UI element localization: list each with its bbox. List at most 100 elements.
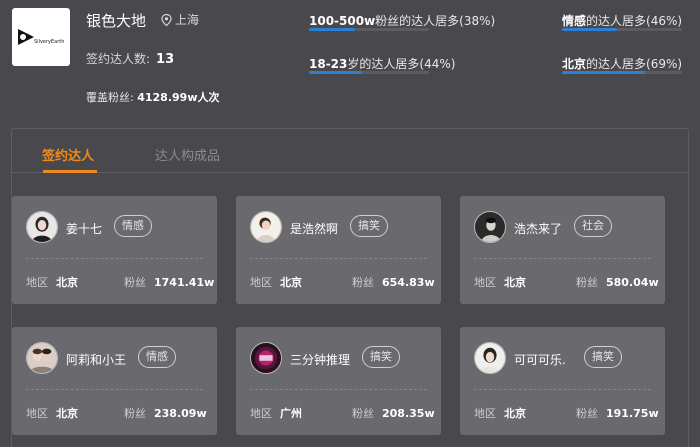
signed-count-stat: 签约达人数: 13	[86, 50, 174, 67]
highlight-progress-bar	[562, 71, 645, 74]
region-info: 地区 北京	[26, 274, 78, 290]
fans-info: 粉丝 191.75w	[576, 405, 659, 421]
highlight-progress-bar	[309, 28, 355, 31]
highlight-strong: 情感	[562, 14, 587, 28]
avatar	[474, 342, 506, 374]
category-badge: 搞笑	[350, 215, 388, 237]
logo-mark-icon	[18, 29, 34, 45]
highlight-fans-range: 100-500w粉丝的达人居多(38%)	[309, 12, 496, 31]
fans-label: 粉丝	[124, 276, 146, 289]
region-label: 地区	[26, 276, 48, 289]
highlight-text: 岁的达人居多(44%)	[347, 57, 456, 71]
fans-info: 粉丝 208.35w	[352, 405, 435, 421]
agency-name: 银色大地	[86, 12, 147, 30]
fans-label: 粉丝	[124, 407, 146, 420]
kol-card[interactable]: 可可可乐. 搞笑 地区 北京 粉丝 191.75w	[460, 327, 665, 435]
kol-name: 浩杰来了	[514, 222, 563, 236]
region-label: 地区	[474, 276, 496, 289]
fans-label: 粉丝	[352, 276, 374, 289]
region-value: 北京	[504, 407, 526, 420]
kol-name: 三分钟推理	[290, 353, 351, 367]
fans-coverage-value: 4128.99w人次	[137, 91, 220, 104]
card-divider	[26, 258, 203, 259]
kol-card[interactable]: 浩杰来了 社会 地区 北京 粉丝 580.04w	[460, 196, 665, 304]
fans-value: 1741.41w	[154, 276, 215, 289]
location-text: 上海	[175, 13, 200, 27]
highlight-strong: 北京	[562, 57, 587, 71]
highlight-region: 北京的达人居多(69%)	[562, 55, 683, 74]
card-divider	[250, 389, 427, 390]
agency-logo: SilveryEarth	[12, 8, 70, 66]
fans-label: 粉丝	[576, 276, 598, 289]
highlight-strong: 18-23	[309, 57, 348, 71]
region-value: 北京	[504, 276, 526, 289]
region-value: 北京	[56, 276, 78, 289]
region-info: 地区 北京	[250, 274, 302, 290]
panel-tabs: 签约达人 达人构成品	[12, 129, 688, 173]
region-info: 地区 北京	[26, 405, 78, 421]
avatar	[250, 211, 282, 243]
fans-value: 208.35w	[382, 407, 435, 420]
avatar	[250, 342, 282, 374]
highlight-text: 的达人居多(69%)	[586, 57, 683, 71]
region-value: 广州	[280, 407, 302, 420]
fans-info: 粉丝 580.04w	[576, 274, 659, 290]
highlight-progress-bar	[309, 71, 362, 74]
highlight-text: 的达人居多(46%)	[586, 14, 683, 28]
fans-coverage-label: 覆盖粉丝:	[86, 91, 134, 104]
fans-coverage-stat: 覆盖粉丝: 4128.99w人次	[86, 89, 219, 105]
fans-info: 粉丝 654.83w	[352, 274, 435, 290]
signed-count-value: 13	[156, 52, 175, 67]
category-badge: 情感	[114, 215, 152, 237]
highlight-category: 情感的达人居多(46%)	[562, 12, 683, 31]
avatar	[26, 342, 58, 374]
kol-name: 阿莉和小王	[66, 353, 127, 367]
tab-kol-composition[interactable]: 达人构成品	[155, 145, 220, 164]
region-value: 北京	[56, 407, 78, 420]
fans-label: 粉丝	[576, 407, 598, 420]
highlight-text: 粉丝的达人居多(38%)	[375, 14, 496, 28]
card-divider	[250, 258, 427, 259]
avatar	[474, 211, 506, 243]
fans-value: 191.75w	[606, 407, 659, 420]
kol-name: 可可可乐.	[514, 353, 566, 367]
kol-card[interactable]: 是浩然啊 搞笑 地区 北京 粉丝 654.83w	[236, 196, 441, 304]
highlight-strong: 100-500w	[309, 14, 376, 28]
kol-name: 姜十七	[66, 222, 103, 236]
category-badge: 搞笑	[584, 346, 622, 368]
tab-signed-kols[interactable]: 签约达人	[42, 145, 94, 164]
signed-count-label: 签约达人数:	[86, 52, 151, 66]
region-info: 地区 北京	[474, 274, 526, 290]
fans-value: 580.04w	[606, 276, 659, 289]
card-divider	[474, 258, 651, 259]
fans-info: 粉丝 238.09w	[124, 405, 207, 421]
active-tab-indicator	[43, 170, 97, 173]
fans-label: 粉丝	[352, 407, 374, 420]
avatar	[26, 211, 58, 243]
location-pin-icon	[161, 13, 172, 26]
region-label: 地区	[26, 407, 48, 420]
agency-header: SilveryEarth 银色大地 上海 签约达人数: 13 覆盖粉丝: 4128…	[0, 0, 700, 115]
card-divider	[26, 389, 203, 390]
region-label: 地区	[474, 407, 496, 420]
region-info: 地区 广州	[250, 405, 302, 421]
category-badge: 情感	[138, 346, 176, 368]
highlight-age: 18-23岁的达人居多(44%)	[309, 55, 456, 74]
region-info: 地区 北京	[474, 405, 526, 421]
kol-card[interactable]: 阿莉和小王 情感 地区 北京 粉丝 238.09w	[12, 327, 217, 435]
kol-name: 是浩然啊	[290, 222, 339, 236]
region-label: 地区	[250, 407, 272, 420]
fans-value: 238.09w	[154, 407, 207, 420]
kol-card[interactable]: 三分钟推理 搞笑 地区 广州 粉丝 208.35w	[236, 327, 441, 435]
region-value: 北京	[280, 276, 302, 289]
logo-wordmark: SilveryEarth	[34, 39, 65, 45]
category-badge: 搞笑	[362, 346, 400, 368]
region-label: 地区	[250, 276, 272, 289]
category-badge: 社会	[574, 215, 612, 237]
kol-card[interactable]: 姜十七 情感 地区 北京 粉丝 1741.41w	[12, 196, 217, 304]
highlight-progress-bar	[562, 28, 617, 31]
fans-info: 粉丝 1741.41w	[124, 274, 214, 290]
agency-location: 上海	[161, 11, 199, 28]
card-divider	[474, 389, 651, 390]
fans-value: 654.83w	[382, 276, 435, 289]
